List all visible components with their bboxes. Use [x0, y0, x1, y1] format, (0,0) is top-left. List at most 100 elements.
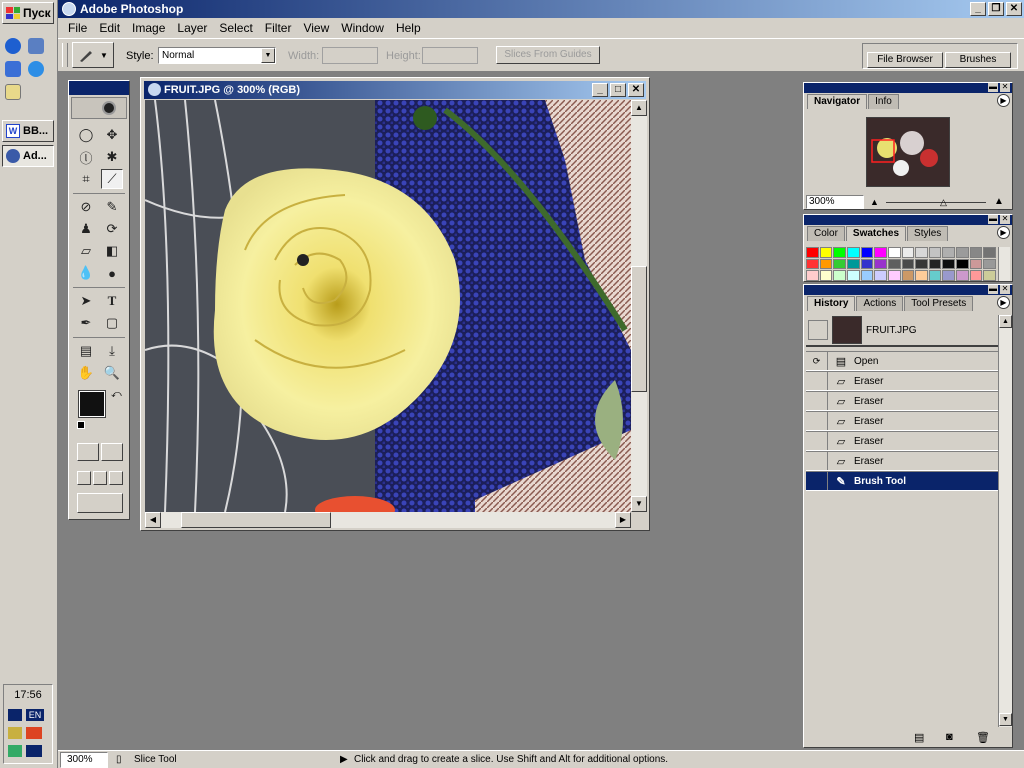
doc-minimize-button[interactable]: _ [592, 83, 608, 97]
swatch-cell[interactable] [942, 270, 956, 281]
crop-tool-icon[interactable]: ⌗ [75, 169, 97, 189]
fullscreen-mode-button[interactable] [109, 471, 123, 485]
history-brush-tool-icon[interactable]: ⟳ [101, 219, 123, 239]
options-grip[interactable] [62, 43, 68, 67]
swatch-cell[interactable] [983, 247, 996, 258]
quicklaunch-outlook-icon[interactable] [5, 61, 21, 77]
doc-close-button[interactable]: ✕ [628, 83, 644, 97]
history-brush-source-box[interactable] [806, 452, 828, 470]
swap-colors-icon[interactable]: ⤺ [111, 389, 122, 400]
tab-swatches[interactable]: Swatches [845, 226, 907, 241]
swatch-cell[interactable] [942, 258, 956, 270]
slice-tool-icon[interactable]: ⟋ [101, 169, 123, 189]
volume-icon[interactable] [8, 727, 22, 739]
pen-tool-icon[interactable]: ✒ [75, 313, 97, 333]
standard-screen-mode-button[interactable] [77, 471, 91, 485]
swatch-cell[interactable] [915, 270, 928, 281]
scroll-up-icon[interactable]: ▲ [631, 100, 647, 116]
zoom-out-icon[interactable]: ▲ [870, 197, 879, 207]
history-step[interactable]: ▱ Eraser [806, 451, 998, 471]
tool-preset-picker[interactable]: ▼ [72, 42, 114, 68]
scroll-left-icon[interactable]: ◀ [145, 512, 161, 528]
path-selection-tool-icon[interactable]: ➤ [75, 291, 97, 311]
swatch-cell[interactable] [806, 258, 819, 270]
swatch-cell[interactable] [874, 270, 887, 281]
panel-menu-icon[interactable]: ▶ [997, 296, 1010, 309]
panel-close-icon[interactable]: ✕ [1000, 215, 1010, 224]
scroll-right-icon[interactable]: ▶ [615, 512, 631, 528]
panel-minimize-icon[interactable]: ▬ [988, 83, 998, 92]
scroll-down-icon[interactable]: ▼ [999, 713, 1012, 726]
document-status-icon[interactable]: ▯ [116, 754, 122, 765]
swatches-scrollbar[interactable] [998, 247, 1010, 281]
new-snapshot-icon[interactable]: ◙ [946, 731, 953, 743]
swatch-cell[interactable] [806, 247, 819, 258]
height-field[interactable] [422, 47, 478, 64]
swatch-cell[interactable] [887, 270, 901, 281]
swatch-cell[interactable] [806, 270, 819, 281]
menu-file[interactable]: File [62, 21, 93, 35]
document-titlebar[interactable]: FRUIT.JPG @ 300% (RGB) _ □ ✕ [144, 81, 646, 99]
restore-button[interactable]: ❐ [988, 2, 1004, 16]
history-step[interactable]: ▱ Eraser [806, 431, 998, 451]
play-icon[interactable] [8, 709, 22, 721]
navigator-panel-bar[interactable]: ▬ ✕ [804, 83, 1012, 93]
history-brush-source-box[interactable] [806, 472, 828, 490]
rectangle-tool-icon[interactable]: ▢ [101, 313, 123, 333]
brush-tool-icon[interactable]: ✎ [101, 197, 123, 217]
swatch-cell[interactable] [956, 258, 969, 270]
quick-mask-mode-button[interactable] [101, 443, 123, 461]
blur-tool-icon[interactable]: 💧 [75, 263, 97, 283]
magic-wand-tool-icon[interactable]: ✱ [101, 147, 123, 167]
new-document-from-state-icon[interactable]: ▤ [914, 731, 924, 744]
history-step[interactable]: ⟳ ▤ Open [806, 351, 998, 371]
history-panel-bar[interactable]: ▬ ✕ [804, 285, 1012, 295]
panel-menu-icon[interactable]: ▶ [997, 94, 1010, 107]
swatch-cell[interactable] [915, 258, 928, 270]
task-word-button[interactable]: W BB... [2, 120, 54, 142]
menu-image[interactable]: Image [126, 21, 171, 35]
quicklaunch-ie2-icon[interactable] [28, 61, 44, 77]
navigator-zoom-field[interactable]: 300% [806, 195, 864, 209]
status-zoom-field[interactable]: 300% [60, 752, 108, 768]
menu-help[interactable]: Help [390, 21, 427, 35]
history-snapshot[interactable]: FRUIT.JPG [806, 315, 998, 347]
horizontal-scrollbar[interactable]: ◀ ▶ [145, 512, 631, 528]
panel-minimize-icon[interactable]: ▬ [988, 285, 998, 294]
swatch-cell[interactable] [901, 258, 915, 270]
history-brush-source-box[interactable] [806, 412, 828, 430]
standard-mode-button[interactable] [77, 443, 99, 461]
history-step[interactable]: ▱ Eraser [806, 411, 998, 431]
swatch-cell[interactable] [887, 258, 901, 270]
file-browser-tab[interactable]: File Browser [867, 52, 943, 68]
swatch-cell[interactable] [846, 247, 860, 258]
swatch-cell[interactable] [928, 270, 942, 281]
menu-edit[interactable]: Edit [93, 21, 126, 35]
swatches-panel-bar[interactable]: ▬ ✕ [804, 215, 1012, 225]
eyedropper-tool-icon[interactable]: ⤓ [101, 341, 123, 361]
swatch-cell[interactable] [846, 270, 860, 281]
zoom-slider-thumb[interactable]: △ [940, 197, 947, 208]
tab-actions[interactable]: Actions [856, 296, 904, 311]
style-select[interactable]: Normal ▼ [158, 47, 276, 64]
history-step[interactable]: ▱ Eraser [806, 371, 998, 391]
adobe-online-eye-icon[interactable] [71, 97, 127, 119]
swatch-cell[interactable] [846, 258, 860, 270]
panel-menu-icon[interactable]: ▶ [997, 226, 1010, 239]
history-brush-source-box[interactable]: ⟳ [806, 352, 828, 370]
menu-view[interactable]: View [297, 21, 335, 35]
horizontal-scroll-thumb[interactable] [181, 512, 331, 528]
menu-select[interactable]: Select [213, 21, 258, 35]
history-step[interactable]: ✎ Brush Tool [806, 471, 998, 491]
lasso-tool-icon[interactable]: ⓛ [75, 147, 97, 167]
tab-color[interactable]: Color [807, 226, 845, 241]
swatch-cell[interactable] [901, 270, 915, 281]
quicklaunch-ie-icon[interactable] [5, 38, 21, 54]
network-tray-icon[interactable] [8, 745, 22, 757]
swatch-cell[interactable] [969, 270, 983, 281]
swatch-cell[interactable] [983, 270, 996, 281]
ati-icon[interactable] [26, 727, 42, 739]
menu-layer[interactable]: Layer [171, 21, 213, 35]
tab-navigator[interactable]: Navigator [807, 94, 868, 109]
swatch-cell[interactable] [983, 258, 996, 270]
